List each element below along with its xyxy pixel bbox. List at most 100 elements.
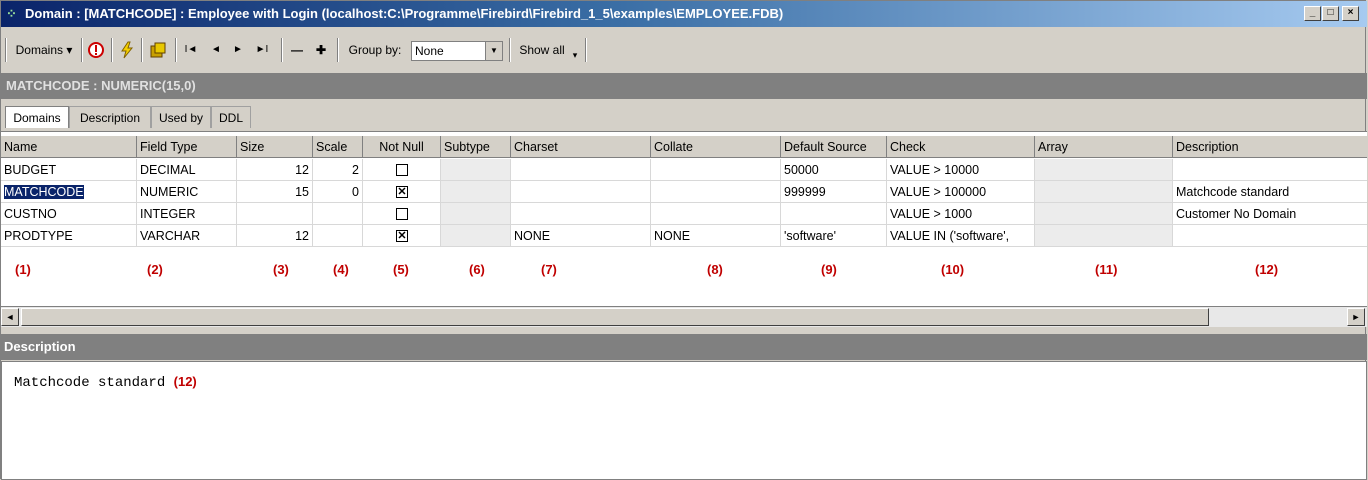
cell-charset[interactable]	[511, 203, 651, 225]
not-null-checkbox[interactable]	[396, 164, 408, 176]
tab-used-by[interactable]: Used by	[151, 106, 211, 128]
cell-size[interactable]: 12	[237, 159, 313, 181]
add-record-button[interactable]: ✚	[311, 37, 331, 63]
cell-subtype[interactable]	[441, 203, 511, 225]
not-null-checkbox[interactable]	[396, 208, 408, 220]
cell-collate[interactable]	[651, 203, 781, 225]
tab-domains[interactable]: Domains	[5, 106, 69, 128]
cell-field-type[interactable]: INTEGER	[137, 203, 237, 225]
cell-default-source[interactable]: 999999	[781, 181, 887, 203]
cell-description[interactable]: Matchcode standard	[1173, 181, 1367, 203]
cell-name[interactable]: PRODTYPE	[1, 225, 137, 247]
column-header-default-source[interactable]: Default Source	[781, 136, 887, 158]
cell-size[interactable]: 12	[237, 225, 313, 247]
cell-charset[interactable]	[511, 181, 651, 203]
cell-not-null[interactable]: ✕	[363, 181, 441, 203]
not-null-checkbox[interactable]: ✕	[396, 186, 408, 198]
horizontal-scrollbar[interactable]: ◄ ►	[1, 306, 1367, 327]
cell-field-type[interactable]: DECIMAL	[137, 159, 237, 181]
column-header-collate[interactable]: Collate	[651, 136, 781, 158]
show-all-dropdown-icon[interactable]: ▾	[569, 42, 581, 68]
selected-cell-text: MATCHCODE	[4, 185, 84, 199]
column-annotation: (6)	[469, 262, 485, 277]
cell-description[interactable]	[1173, 225, 1367, 247]
cell-scale[interactable]	[313, 203, 363, 225]
cell-subtype[interactable]	[441, 159, 511, 181]
chevron-down-icon[interactable]: ▼	[485, 42, 502, 60]
cell-name[interactable]: BUDGET	[1, 159, 137, 181]
scroll-left-icon[interactable]: ◄	[1, 308, 19, 326]
alert-icon[interactable]	[87, 41, 105, 59]
cell-description[interactable]	[1173, 159, 1367, 181]
column-header-charset[interactable]: Charset	[511, 136, 651, 158]
cell-default-source[interactable]	[781, 203, 887, 225]
column-header-size[interactable]: Size	[237, 136, 313, 158]
column-header-field-type[interactable]: Field Type	[137, 136, 237, 158]
cell-charset[interactable]	[511, 159, 651, 181]
column-annotation: (11)	[1095, 262, 1118, 277]
cell-array[interactable]	[1035, 159, 1173, 181]
cell-collate[interactable]	[651, 181, 781, 203]
cell-field-type[interactable]: VARCHAR	[137, 225, 237, 247]
cell-check[interactable]: VALUE > 10000	[887, 159, 1035, 181]
cell-array[interactable]	[1035, 225, 1173, 247]
cell-scale[interactable]: 0	[313, 181, 363, 203]
scrollbar-thumb[interactable]	[21, 308, 1209, 326]
scroll-right-icon[interactable]: ►	[1347, 308, 1365, 326]
cell-collate[interactable]	[651, 159, 781, 181]
column-header-array[interactable]: Array	[1035, 136, 1173, 158]
cell-name[interactable]: MATCHCODE	[1, 181, 137, 203]
database-icon[interactable]	[149, 41, 167, 59]
cell-scale[interactable]: 2	[313, 159, 363, 181]
first-record-button[interactable]: I◄	[181, 37, 201, 63]
lightning-icon[interactable]	[118, 41, 136, 59]
column-header-scale[interactable]: Scale	[313, 136, 363, 158]
column-header-subtype[interactable]: Subtype	[441, 136, 511, 158]
cell-default-source[interactable]: 'software'	[781, 225, 887, 247]
show-all-button[interactable]: Show all	[515, 37, 569, 63]
cell-description[interactable]: Customer No Domain	[1173, 203, 1367, 225]
column-header-name[interactable]: Name	[1, 136, 137, 158]
cell-not-null[interactable]: ✕	[363, 225, 441, 247]
tab-ddl[interactable]: DDL	[211, 106, 251, 128]
cell-name[interactable]: CUSTNO	[1, 203, 137, 225]
window-title: Domain : [MATCHCODE] : Employee with Log…	[25, 6, 784, 21]
toolbar: Domains ▾ I◄ ◄ ► ►I — ✚ Group by: None ▼…	[1, 34, 701, 66]
cell-array[interactable]	[1035, 181, 1173, 203]
cell-check[interactable]: VALUE IN ('software',	[887, 225, 1035, 247]
not-null-checkbox[interactable]: ✕	[396, 230, 408, 242]
cell-charset[interactable]: NONE	[511, 225, 651, 247]
next-record-button[interactable]: ►	[229, 37, 247, 63]
description-editor[interactable]: Matchcode standard (12)	[1, 361, 1367, 480]
column-header-description[interactable]: Description	[1173, 136, 1367, 158]
cell-subtype[interactable]	[441, 225, 511, 247]
cell-field-type[interactable]: NUMERIC	[137, 181, 237, 203]
column-header-not-null[interactable]: Not Null	[363, 136, 441, 158]
domains-grid[interactable]: Name Field Type Size Scale Not Null Subtype Ch…	[1, 131, 1367, 307]
cell-default-source[interactable]: 50000	[781, 159, 887, 181]
last-record-button[interactable]: ►I	[251, 37, 273, 63]
column-header-check[interactable]: Check	[887, 136, 1035, 158]
cell-collate[interactable]: NONE	[651, 225, 781, 247]
cell-not-null[interactable]	[363, 159, 441, 181]
cell-size[interactable]: 15	[237, 181, 313, 203]
prev-record-button[interactable]: ◄	[207, 37, 225, 63]
cell-check[interactable]: VALUE > 100000	[887, 181, 1035, 203]
cell-scale[interactable]	[313, 225, 363, 247]
maximize-button[interactable]: □	[1322, 6, 1339, 21]
cell-subtype[interactable]	[441, 181, 511, 203]
domains-dropdown-button[interactable]: Domains ▾	[11, 37, 77, 63]
close-button[interactable]: ×	[1342, 6, 1359, 21]
domain-window: ⁘ Domain : [MATCHCODE] : Employee with L…	[0, 0, 1367, 480]
cell-array[interactable]	[1035, 203, 1173, 225]
cell-not-null[interactable]	[363, 203, 441, 225]
cell-size[interactable]	[237, 203, 313, 225]
delete-record-button[interactable]: —	[287, 37, 307, 63]
title-bar[interactable]: ⁘ Domain : [MATCHCODE] : Employee with L…	[1, 1, 1367, 27]
group-by-select[interactable]: None ▼	[411, 41, 503, 61]
minimize-button[interactable]: _	[1304, 6, 1321, 21]
cell-check[interactable]: VALUE > 1000	[887, 203, 1035, 225]
domain-header: MATCHCODE : NUMERIC(15,0)	[1, 73, 1367, 99]
toolbar-separator	[81, 38, 83, 62]
tab-description[interactable]: Description	[69, 106, 151, 128]
